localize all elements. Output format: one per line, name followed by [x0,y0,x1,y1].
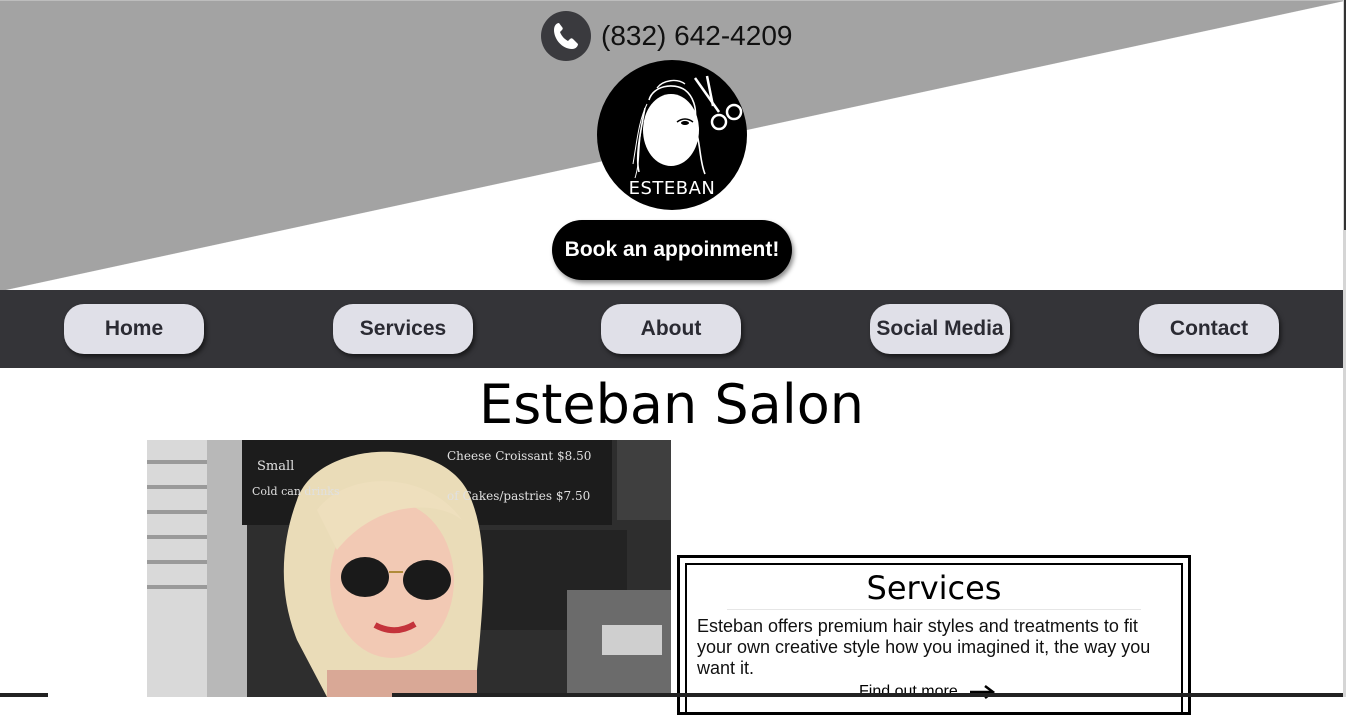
bottom-edge-bar [0,693,48,697]
logo-wordmark: ESTEBAN [628,178,716,199]
nav-about[interactable]: About [601,304,741,354]
svg-text:of Cakes/pastries $7.50: of Cakes/pastries $7.50 [447,489,590,503]
phone-icon [541,11,591,61]
services-description: Esteban offers premium hair styles and t… [697,616,1151,678]
services-heading: Services [866,569,1002,607]
arrow-right-icon [969,685,995,699]
find-out-more-link[interactable]: Find out more [859,683,996,701]
services-card-inner: Services Esteban offers premium hair sty… [685,563,1183,712]
hero-photo: Small Cold can drinks Cheese Croissant $… [147,440,671,697]
bottom-edge-bar-right [392,693,1346,697]
find-out-more-label[interactable]: Find out more [859,683,958,701]
services-divider [727,609,1141,610]
services-card: Services Esteban offers premium hair sty… [677,555,1191,715]
svg-text:Small: Small [257,459,294,474]
main-nav: Home Services About Social Media Contact [0,290,1343,368]
svg-text:Cheese Croissant $8.50: Cheese Croissant $8.50 [447,449,591,463]
salon-logo[interactable]: ESTEBAN [597,60,747,210]
nav-social-media[interactable]: Social Media [870,304,1010,354]
nav-services[interactable]: Services [333,304,473,354]
book-appointment-button[interactable]: Book an appoinment! [552,220,792,280]
nav-contact[interactable]: Contact [1139,304,1279,354]
svg-text:Cold can drinks: Cold can drinks [252,485,340,498]
phone-number[interactable]: (832) 642-4209 [601,20,792,52]
page-title: Esteban Salon [478,373,865,436]
phone-contact[interactable]: (832) 642-4209 [541,11,792,61]
nav-home[interactable]: Home [64,304,204,354]
